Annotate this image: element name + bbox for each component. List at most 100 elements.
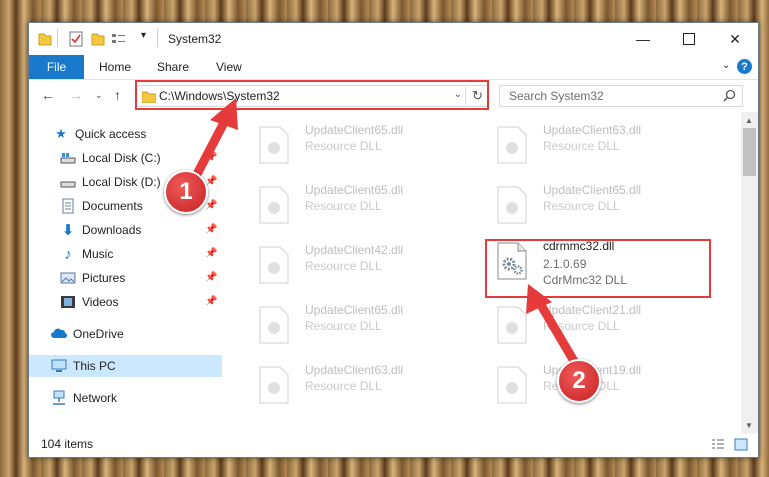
file-description: Resource DLL bbox=[305, 199, 382, 213]
nav-item-network[interactable]: Network bbox=[29, 387, 222, 409]
file-item[interactable]: UpdateClient65.dll Resource DLL bbox=[489, 181, 709, 237]
nav-label: Pictures bbox=[82, 271, 126, 285]
back-arrow-icon[interactable]: ← bbox=[41, 88, 55, 102]
maximize-button[interactable] bbox=[666, 23, 712, 55]
computer-icon bbox=[51, 359, 67, 372]
file-item[interactable]: UpdateClient63.dll Resource DLL bbox=[489, 121, 709, 177]
nav-label: Quick access bbox=[75, 127, 147, 141]
file-name: UpdateClient65.dll bbox=[305, 123, 404, 137]
up-arrow-icon[interactable]: ↑ bbox=[114, 88, 121, 102]
nav-label: Local Disk (D:) bbox=[82, 175, 161, 189]
title-divider bbox=[157, 29, 158, 47]
close-button[interactable]: ✕ bbox=[712, 23, 758, 55]
music-icon: ♪ bbox=[64, 245, 72, 263]
network-icon bbox=[53, 390, 65, 405]
file-name: UpdateClient65.dll bbox=[305, 303, 404, 317]
status-bar: 104 items bbox=[29, 434, 758, 456]
dll-file-icon bbox=[497, 306, 527, 344]
pin-icon[interactable]: 📌 bbox=[205, 296, 217, 307]
dll-file-icon bbox=[259, 246, 289, 284]
videos-icon bbox=[61, 296, 75, 308]
dll-file-icon bbox=[497, 126, 527, 164]
ribbon-tabs: File Home Share View ⌄ ? bbox=[29, 55, 758, 80]
details-view-icon[interactable] bbox=[711, 438, 725, 451]
nav-label: Network bbox=[73, 391, 118, 405]
file-highlight bbox=[485, 239, 711, 298]
nav-item-downloads[interactable]: ⬇ Downloads 📌 bbox=[29, 219, 222, 241]
scroll-up-icon[interactable]: ▲ bbox=[745, 116, 753, 125]
pin-icon[interactable]: 📌 bbox=[205, 248, 217, 259]
nav-item-quick-access[interactable]: ★ Quick access bbox=[29, 123, 222, 145]
tab-file[interactable]: File bbox=[29, 55, 84, 79]
pin-icon[interactable]: 📌 bbox=[205, 224, 217, 235]
search-placeholder[interactable]: Search System32 bbox=[509, 89, 604, 103]
folder-icon[interactable] bbox=[38, 31, 52, 47]
new-folder-icon[interactable] bbox=[91, 31, 105, 47]
file-name: UpdateClient65.dll bbox=[305, 183, 404, 197]
address-bar-highlight bbox=[135, 80, 489, 110]
documents-icon bbox=[62, 198, 74, 214]
drive-icon bbox=[60, 153, 76, 164]
file-name: UpdateClient42.dll bbox=[305, 243, 404, 257]
file-name: UpdateClient63.dll bbox=[543, 123, 642, 137]
vertical-scrollbar[interactable]: ▲ ▼ bbox=[741, 112, 758, 434]
pictures-icon bbox=[60, 272, 76, 284]
large-icons-view-icon[interactable] bbox=[734, 438, 748, 451]
chevron-down-icon[interactable]: ⌄ bbox=[722, 60, 730, 71]
file-name: UpdateClient65.dll bbox=[543, 183, 642, 197]
file-description: Resource DLL bbox=[305, 379, 382, 393]
customize-toolbar-icon[interactable] bbox=[111, 31, 127, 47]
file-item[interactable]: UpdateClient21.dll Resource DLL bbox=[489, 301, 709, 357]
file-description: Resource DLL bbox=[305, 319, 382, 333]
file-description: Resource DLL bbox=[543, 139, 620, 153]
nav-item-local-disk-c[interactable]: Local Disk (C:) 📌 bbox=[29, 147, 222, 169]
nav-item-pictures[interactable]: Pictures 📌 bbox=[29, 267, 222, 289]
download-icon: ⬇ bbox=[61, 222, 75, 239]
pin-icon[interactable]: 📌 bbox=[205, 272, 217, 283]
file-item[interactable]: UpdateClient65.dll Resource DLL bbox=[251, 181, 471, 237]
file-item[interactable]: UpdateClient42.dll Resource DLL bbox=[251, 241, 471, 297]
file-item[interactable]: UpdateClient63.dll Resource DLL bbox=[251, 361, 471, 417]
scrollbar-thumb[interactable] bbox=[743, 128, 756, 176]
nav-label: Music bbox=[82, 247, 114, 261]
help-icon[interactable]: ? bbox=[737, 59, 752, 74]
tab-share[interactable]: Share bbox=[157, 60, 189, 74]
nav-item-videos[interactable]: Videos 📌 bbox=[29, 291, 222, 313]
chevron-down-icon[interactable]: ▾ bbox=[141, 30, 146, 46]
item-count: 104 items bbox=[41, 437, 94, 451]
close-icon: ✕ bbox=[729, 30, 741, 47]
dll-file-icon bbox=[259, 186, 289, 224]
nav-label: Documents bbox=[82, 199, 143, 213]
dll-file-icon bbox=[497, 366, 527, 404]
file-name: UpdateClient21.dll bbox=[543, 303, 642, 317]
pin-icon[interactable]: 📌 bbox=[205, 152, 217, 163]
dll-file-icon bbox=[497, 186, 527, 224]
step-1-badge: 1 bbox=[164, 170, 208, 214]
search-icon[interactable] bbox=[723, 89, 736, 102]
forward-arrow-icon[interactable]: → bbox=[69, 88, 83, 102]
dll-file-icon bbox=[259, 306, 289, 344]
title-bar: ▾ System32 — ✕ bbox=[29, 23, 758, 55]
nav-label: Downloads bbox=[82, 223, 142, 237]
file-description: Resource DLL bbox=[305, 259, 382, 273]
toolbar-divider bbox=[57, 29, 58, 47]
file-description: Resource DLL bbox=[305, 139, 382, 153]
file-name: UpdateClient63.dll bbox=[305, 363, 404, 377]
recent-locations-icon[interactable]: ⌄ bbox=[95, 88, 103, 102]
navigation-pane: ★ Quick access Local Disk (C:) 📌 Local D… bbox=[29, 119, 222, 434]
star-icon: ★ bbox=[55, 126, 67, 141]
pin-icon[interactable]: 📌 bbox=[205, 200, 217, 211]
nav-item-onedrive[interactable]: OneDrive bbox=[29, 323, 222, 345]
tab-home[interactable]: Home bbox=[99, 60, 131, 74]
search-box[interactable]: Search System32 bbox=[499, 85, 743, 107]
dll-file-icon bbox=[259, 126, 289, 164]
nav-item-music[interactable]: ♪ Music 📌 bbox=[29, 243, 222, 265]
minimize-button[interactable]: — bbox=[620, 23, 666, 55]
nav-item-this-pc[interactable]: This PC bbox=[29, 355, 222, 377]
file-item[interactable]: UpdateClient65.dll Resource DLL bbox=[251, 121, 471, 177]
properties-icon[interactable] bbox=[69, 31, 83, 47]
file-item[interactable]: UpdateClient65.dll Resource DLL bbox=[251, 301, 471, 357]
tab-view[interactable]: View bbox=[216, 60, 242, 74]
scroll-down-icon[interactable]: ▼ bbox=[745, 421, 753, 430]
minimize-icon: — bbox=[636, 31, 650, 47]
